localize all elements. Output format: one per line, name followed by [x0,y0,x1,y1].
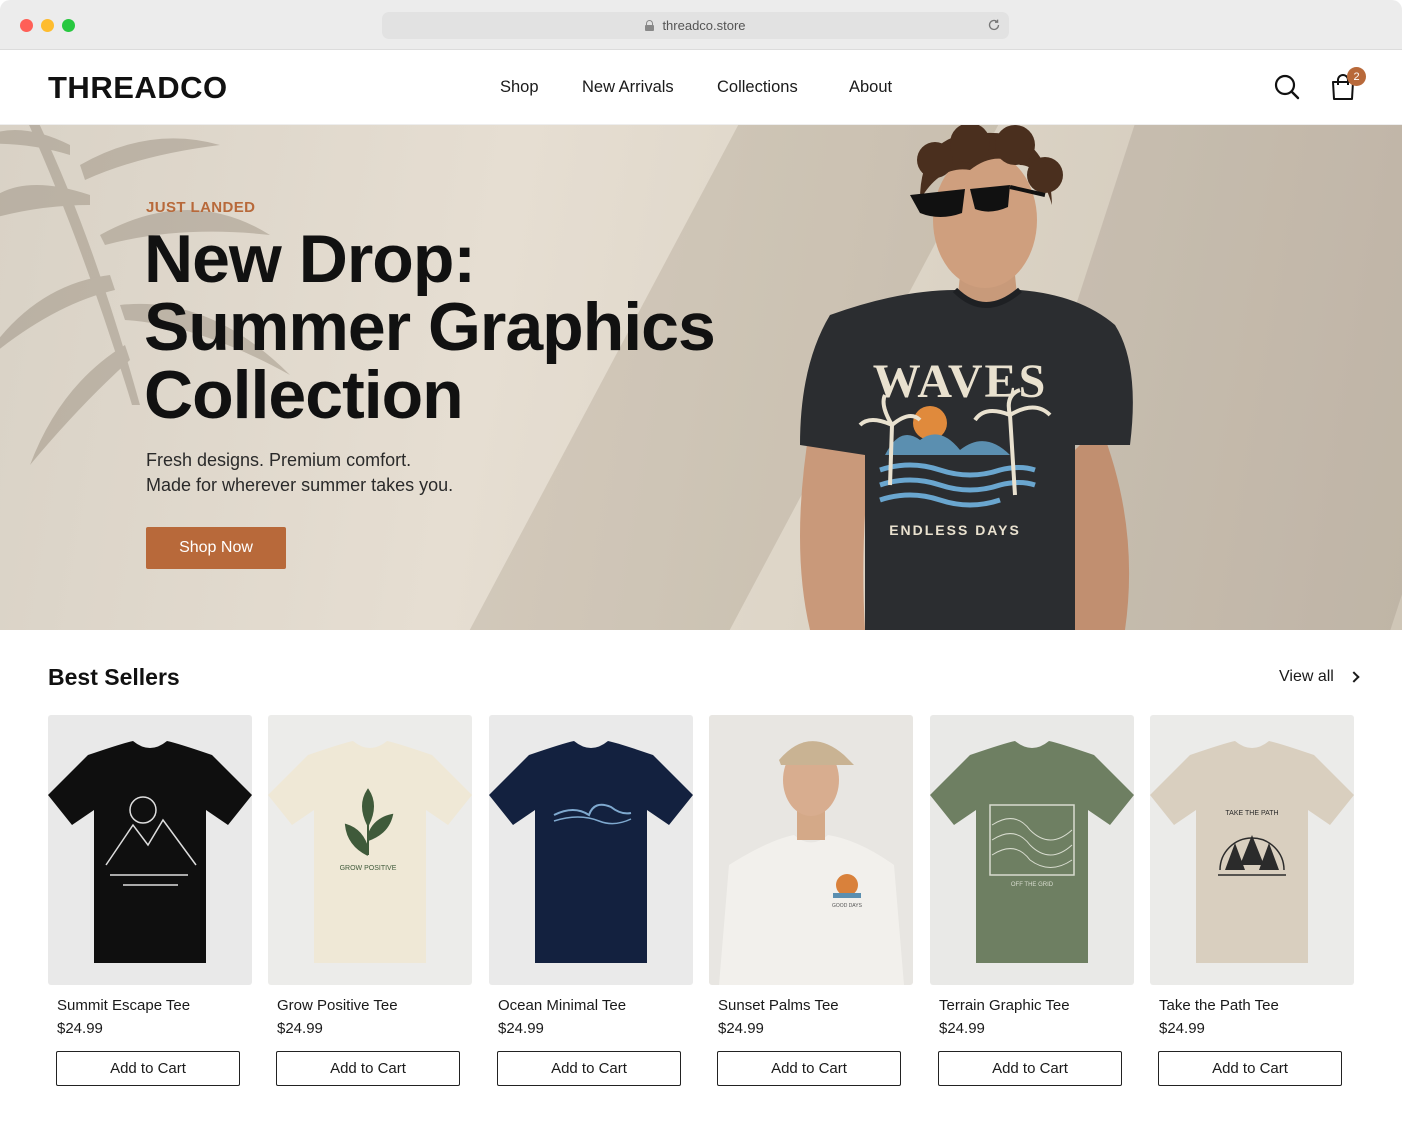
hero-headline-line: Collection [144,357,464,433]
product-price: $24.99 [1159,1020,1205,1037]
chevron-right-icon [1348,671,1360,683]
tshirt-shape [719,835,904,985]
best-sellers-grid: Summit Escape Tee $24.99 Add to Cart GRO… [48,715,1354,1095]
tshirt-image [48,715,252,985]
product-print-text: GROW POSITIVE [340,865,397,872]
hero-subcopy-line: Fresh designs. Premium comfort. [146,450,412,470]
add-to-cart-button[interactable]: Add to Cart [1158,1051,1342,1086]
product-card[interactable]: GOOD DAYS Sunset Palms Tee $24.99 Add to… [709,715,913,1095]
product-image[interactable] [489,715,693,985]
tshirt-image: GROW POSITIVE [268,715,472,985]
product-print-text: GOOD DAYS [832,903,863,909]
product-image[interactable]: GROW POSITIVE [268,715,472,985]
tshirt-image [489,715,693,985]
browser-chrome: threadco.store [0,0,1402,50]
add-to-cart-button[interactable]: Add to Cart [717,1051,901,1086]
view-all-label: View all [1279,668,1334,685]
hero-subcopy-line: Made for wherever summer takes you. [146,475,454,495]
url-text: threadco.store [662,18,746,33]
add-to-cart-button[interactable]: Add to Cart [56,1051,240,1086]
hero-headline-line: Summer Graphics [144,289,716,365]
site-logo[interactable]: THREADCO [48,70,228,106]
shop-now-button[interactable]: Shop Now [146,527,286,569]
reload-icon[interactable] [987,18,1001,32]
maximize-window-button[interactable] [62,19,75,32]
nav-about[interactable]: About [849,78,892,97]
product-card[interactable]: TAKE THE PATH Take the Path Tee $24.99 A… [1150,715,1354,1095]
nav-collections[interactable]: Collections [717,78,798,97]
product-image[interactable]: OFF THE GRID [930,715,1134,985]
product-image[interactable]: TAKE THE PATH [1150,715,1354,985]
product-price: $24.99 [57,1020,103,1037]
window-controls [20,19,75,32]
search-icon[interactable] [1272,72,1302,102]
model-photo: GOOD DAYS [709,715,913,985]
product-card[interactable]: Summit Escape Tee $24.99 Add to Cart [48,715,252,1095]
close-window-button[interactable] [20,19,33,32]
tshirt-image: TAKE THE PATH [1150,715,1354,985]
product-price: $24.99 [498,1020,544,1037]
add-to-cart-button[interactable]: Add to Cart [497,1051,681,1086]
product-name[interactable]: Summit Escape Tee [57,997,190,1014]
product-name[interactable]: Grow Positive Tee [277,997,398,1014]
product-name[interactable]: Ocean Minimal Tee [498,997,626,1014]
address-bar[interactable]: threadco.store [382,12,1009,39]
product-price: $24.99 [939,1020,985,1037]
product-card[interactable]: GROW POSITIVE Grow Positive Tee $24.99 A… [268,715,472,1095]
product-image[interactable]: GOOD DAYS [709,715,913,985]
product-price: $24.99 [277,1020,323,1037]
hero-subcopy: Fresh designs. Premium comfort. Made for… [146,448,453,498]
hero-headline: New Drop: Summer Graphics Collection [144,221,716,433]
product-name[interactable]: Terrain Graphic Tee [939,997,1070,1014]
product-price: $24.99 [718,1020,764,1037]
nav-shop[interactable]: Shop [500,78,539,97]
add-to-cart-button[interactable]: Add to Cart [276,1051,460,1086]
tshirt-image: OFF THE GRID [930,715,1134,985]
shirt-print-bottom: ENDLESS DAYS [889,522,1021,538]
product-print-text: TAKE THE PATH [1225,810,1278,817]
lock-icon [645,20,655,31]
hero-banner: JUST LANDED New Drop: Summer Graphics Co… [0,125,1402,630]
best-sellers-title: Best Sellers [48,664,180,690]
cart-count-badge: 2 [1347,67,1366,86]
product-card[interactable]: Ocean Minimal Tee $24.99 Add to Cart [489,715,693,1095]
product-image[interactable] [48,715,252,985]
site-header: THREADCO Shop New Arrivals Collections A… [0,50,1402,125]
product-card[interactable]: OFF THE GRID Terrain Graphic Tee $24.99 … [930,715,1134,1095]
product-name[interactable]: Sunset Palms Tee [718,997,839,1014]
product-print-text: OFF THE GRID [1011,882,1054,888]
hero-eyebrow: JUST LANDED [146,199,256,216]
add-to-cart-button[interactable]: Add to Cart [938,1051,1122,1086]
view-all-link[interactable]: View all [1279,668,1360,686]
shirt-print-top: WAVES [873,355,1048,408]
hero-model-image: WAVES ENDLESS DAYS [800,125,1133,630]
hero-headline-line: New Drop: [144,221,476,297]
minimize-window-button[interactable] [41,19,54,32]
product-name[interactable]: Take the Path Tee [1159,997,1279,1014]
nav-new-arrivals[interactable]: New Arrivals [582,78,674,97]
